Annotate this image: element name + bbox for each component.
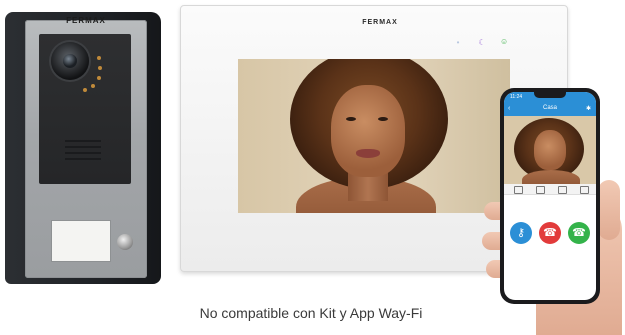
phone-screen: 11:24 ‹ Casa ✱ ⚷ ☎ ☎	[504, 92, 596, 300]
phone-notch	[534, 92, 566, 98]
phone-app-bar: ‹ Casa ✱	[504, 102, 596, 116]
portrait-shoulders	[522, 170, 580, 184]
portrait-face	[534, 130, 566, 170]
door-panel-brand: FERMAX	[66, 16, 106, 25]
speaker-grille	[65, 140, 101, 142]
phone-toolbar	[504, 184, 596, 195]
camera-lens	[63, 54, 77, 68]
video-icon[interactable]	[536, 186, 545, 194]
status-time: 11:24	[510, 94, 523, 100]
led-light	[91, 84, 95, 88]
monitor-screen	[238, 59, 510, 213]
door-call-button[interactable]	[117, 234, 133, 250]
answer-icon[interactable]: ☺	[500, 38, 508, 46]
camera-icon[interactable]	[514, 186, 523, 194]
speaker-grille	[65, 146, 101, 148]
portrait-eye	[346, 117, 356, 121]
speaker-grille	[65, 158, 101, 160]
back-icon[interactable]: ‹	[508, 105, 510, 112]
name-plate	[51, 220, 111, 262]
monitor-brand: FERMAX	[362, 19, 398, 26]
answer-button[interactable]: ☎	[568, 222, 590, 244]
moon-icon[interactable]: ☾	[478, 39, 486, 47]
compatibility-caption: No compatible con Kit y App Way-Fi	[199, 305, 423, 321]
app-title: Casa	[542, 105, 557, 111]
mic-icon[interactable]	[580, 186, 589, 194]
door-entry-panel: FERMAX	[5, 12, 163, 286]
smartphone: 11:24 ‹ Casa ✱ ⚷ ☎ ☎	[500, 88, 602, 306]
gear-icon[interactable]: ✱	[586, 105, 591, 112]
led-light	[97, 76, 101, 80]
portrait-eye	[378, 117, 388, 121]
speaker-grille	[65, 152, 101, 154]
speaker-icon[interactable]	[558, 186, 567, 194]
key-button[interactable]: ⚷	[510, 222, 532, 244]
phone-video-feed	[504, 116, 596, 184]
led-light	[98, 66, 102, 70]
portrait-lips	[356, 149, 380, 158]
portrait-face	[331, 85, 405, 177]
hangup-button[interactable]: ☎	[539, 222, 561, 244]
led-light	[83, 88, 87, 92]
led-light	[97, 56, 101, 60]
menu-icon[interactable]: •	[454, 39, 462, 47]
